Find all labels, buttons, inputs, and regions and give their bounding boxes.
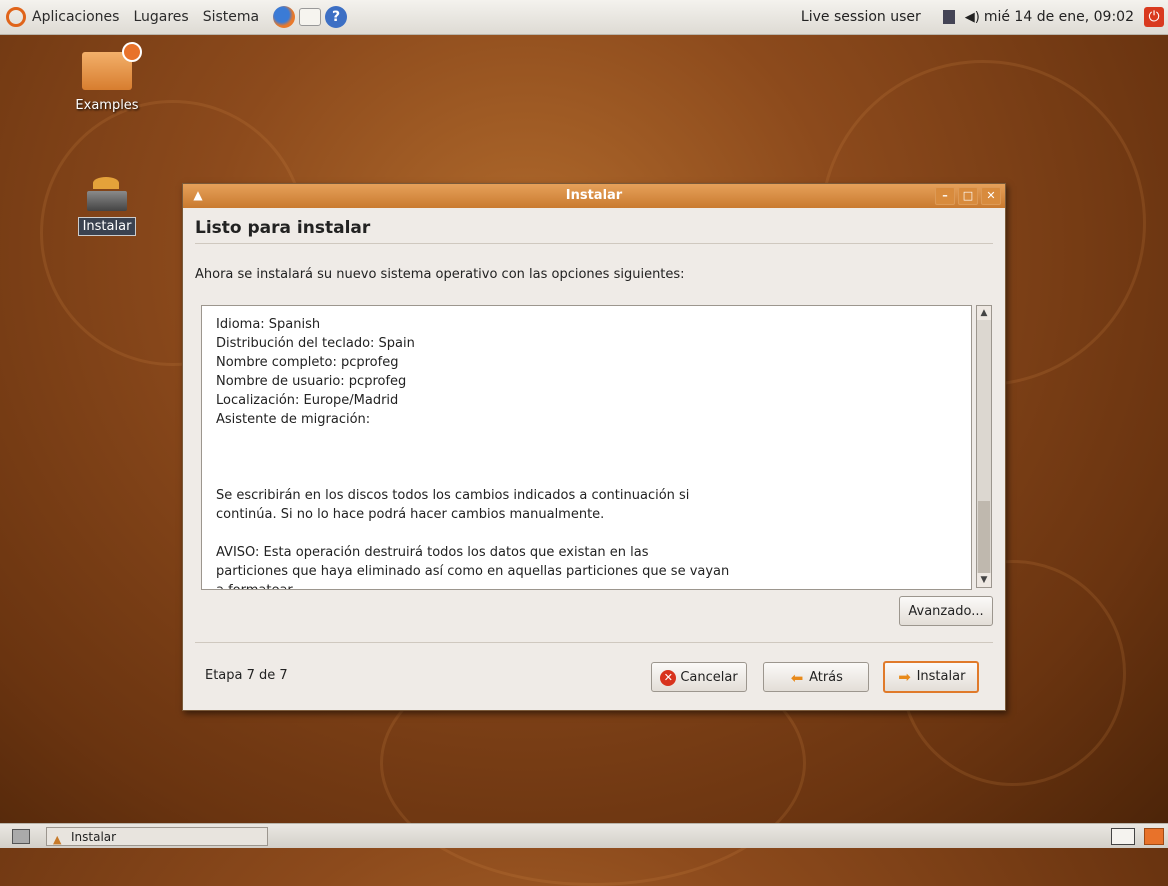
volume-icon[interactable]: ◀) xyxy=(965,10,980,25)
cancel-button-label: Cancelar xyxy=(680,670,738,685)
menu-aplicaciones[interactable]: Aplicaciones xyxy=(32,9,119,25)
stage-indicator: Etapa 7 de 7 xyxy=(205,668,288,683)
summary-line: Nombre de usuario: pcprofeg xyxy=(216,374,407,389)
network-icon[interactable] xyxy=(942,10,955,24)
session-user[interactable]: Live session user xyxy=(801,9,921,25)
summary-line: Nombre completo: pcprofeg xyxy=(216,355,399,370)
summary-line: particiones que haya eliminado así como … xyxy=(216,564,730,579)
summary-textbox[interactable]: Idioma: Spanish Distribución del teclado… xyxy=(201,305,972,590)
install-dialog: ▲ Instalar – □ ✕ Listo para instalar Aho… xyxy=(182,183,1006,711)
dialog-titlebar[interactable]: ▲ Instalar – □ ✕ xyxy=(183,184,1005,208)
taskbar-item-instalar[interactable]: ▲ Instalar xyxy=(46,827,268,846)
folder-icon xyxy=(82,42,142,90)
taskbar-item-label: Instalar xyxy=(71,830,117,844)
firefox-icon[interactable] xyxy=(273,6,296,28)
summary-line: Idioma: Spanish xyxy=(216,317,321,332)
dialog-title: Instalar xyxy=(565,188,623,203)
summary-line: continúa. Si no lo hace podrá hacer camb… xyxy=(216,507,605,522)
main-menu: Aplicaciones Lugares Sistema ? xyxy=(0,6,351,28)
scroll-down-icon[interactable]: ▼ xyxy=(977,573,991,587)
back-button-label: Atrás xyxy=(809,670,843,685)
desktop-icon-examples[interactable]: Examples xyxy=(62,42,152,113)
desktop-icon-label: Instalar xyxy=(77,217,137,236)
help-icon[interactable]: ? xyxy=(325,6,348,28)
summary-content: Idioma: Spanish Distribución del teclado… xyxy=(202,306,971,589)
power-icon[interactable]: ⏻ xyxy=(1144,7,1164,27)
cancel-button[interactable]: ✕ Cancelar xyxy=(651,662,747,692)
ubuntu-logo-icon[interactable] xyxy=(6,7,26,27)
divider xyxy=(195,243,993,244)
summary-line: AVISO: Esta operación destruirá todos lo… xyxy=(216,545,649,560)
back-button[interactable]: ⬅ Atrás xyxy=(763,662,869,692)
close-button[interactable]: ✕ xyxy=(981,187,1001,205)
dialog-description: Ahora se instalará su nuevo sistema oper… xyxy=(195,267,685,282)
minimize-button[interactable]: – xyxy=(935,187,955,205)
summary-line: Se escribirán en los discos todos los ca… xyxy=(216,488,690,503)
show-desktop-icon[interactable] xyxy=(12,829,30,844)
summary-line: Asistente de migración: xyxy=(216,412,371,427)
top-panel: Aplicaciones Lugares Sistema ? Live sess… xyxy=(0,0,1168,35)
menu-sistema[interactable]: Sistema xyxy=(203,9,259,25)
desktop-icon-label: Examples xyxy=(75,98,139,113)
advanced-button[interactable]: Avanzado... xyxy=(899,596,993,626)
summary-line: a formatear. xyxy=(216,581,971,589)
clock[interactable]: mié 14 de ene, 09:02 xyxy=(984,9,1134,25)
scroll-up-icon[interactable]: ▲ xyxy=(977,306,991,320)
scroll-thumb[interactable] xyxy=(978,501,990,573)
installer-icon: ▲ xyxy=(53,833,62,846)
panel-status-area: Live session user ◀) mié 14 de ene, 09:0… xyxy=(791,7,1168,27)
summary-line: Localización: Europe/Madrid xyxy=(216,393,399,408)
desktop-icon-instalar[interactable]: Instalar xyxy=(62,177,152,236)
trash-icon[interactable] xyxy=(1144,828,1164,845)
installer-icon: ▲ xyxy=(193,188,203,202)
advanced-button-label: Avanzado... xyxy=(908,604,984,619)
install-button-label: Instalar xyxy=(916,669,966,684)
divider xyxy=(195,642,993,643)
window-controls: – □ ✕ xyxy=(932,187,1001,205)
page-title: Listo para instalar xyxy=(195,218,371,238)
summary-line: Distribución del teclado: Spain xyxy=(216,336,415,351)
menu-lugares[interactable]: Lugares xyxy=(133,9,188,25)
maximize-button[interactable]: □ xyxy=(958,187,978,205)
arrow-left-icon: ⬅ xyxy=(790,668,804,687)
installer-icon xyxy=(87,177,127,213)
install-button[interactable]: ➡ Instalar xyxy=(883,661,979,693)
emblem-icon xyxy=(122,42,142,62)
bottom-panel: ▲ Instalar xyxy=(0,823,1168,848)
cancel-icon: ✕ xyxy=(660,669,677,686)
summary-scrollbar[interactable]: ▲ ▼ xyxy=(976,305,992,588)
mail-icon[interactable] xyxy=(299,8,322,26)
workspace-switcher[interactable] xyxy=(1111,828,1135,845)
arrow-right-icon: ➡ xyxy=(898,667,911,686)
